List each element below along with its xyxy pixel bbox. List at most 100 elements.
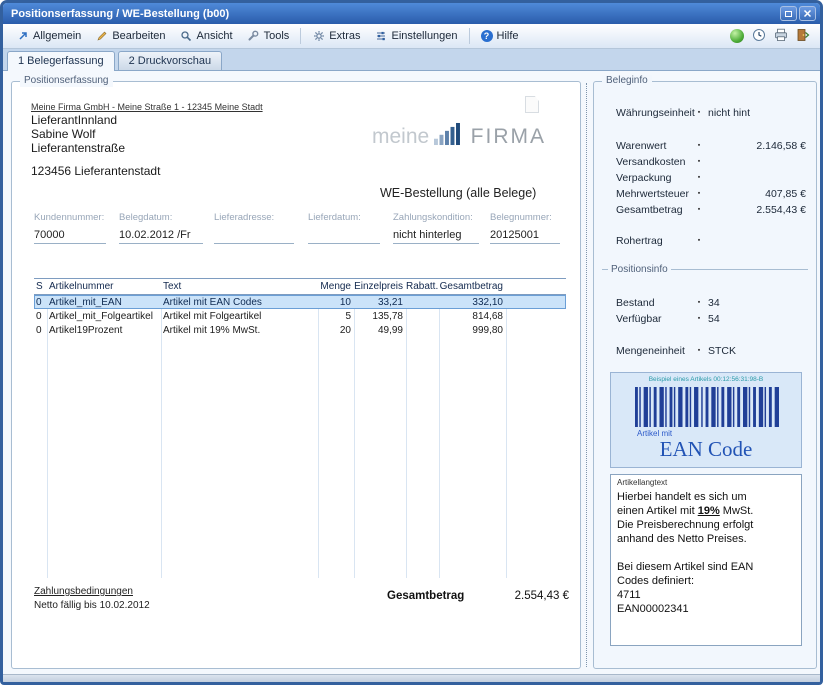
menu-bearbeiten[interactable]: Bearbeiten xyxy=(88,28,172,45)
field-belegnummer: Belegnummer: 20125001 xyxy=(490,212,560,244)
equals-separator: ▪ xyxy=(692,237,706,244)
field-value[interactable]: 70000 xyxy=(34,229,106,244)
menu-label: Einstellungen xyxy=(391,30,457,42)
info-row-verfuegbar: Verfügbar ▪ 54 xyxy=(616,312,806,325)
cell-einzelpreis: 135,78 xyxy=(354,311,406,322)
langtext-line: EAN00002341 xyxy=(617,602,795,616)
equals-separator: ▪ xyxy=(692,299,706,306)
menu-extras[interactable]: Extras xyxy=(305,28,367,45)
info-value: 34 xyxy=(706,297,806,309)
exit-door-icon xyxy=(796,28,810,42)
allgemein-arrow-icon xyxy=(16,30,29,43)
clock-button[interactable] xyxy=(752,28,766,45)
field-value[interactable]: 10.02.2012 /Fr xyxy=(119,229,203,244)
tab-belegerfassung[interactable]: 1 Belegerfassung xyxy=(7,51,115,71)
sender-line: Meine Firma GmbH - Meine Straße 1 - 1234… xyxy=(31,102,263,112)
title-bar: Positionserfassung / WE-Bestellung (b00) xyxy=(3,3,820,24)
logo-word: meine xyxy=(372,126,429,148)
positions-table-body: 0 Artikel_mit_EAN Artikel mit EAN Codes … xyxy=(34,295,566,337)
groupbox-legend: Beleginfo xyxy=(602,75,652,87)
artikellangtext-label: Artikellangtext xyxy=(617,478,795,487)
menu-einstellungen[interactable]: Einstellungen xyxy=(367,28,464,45)
info-label: Währungseinheit xyxy=(616,107,692,119)
equals-separator: ▪ xyxy=(692,109,706,116)
field-label: Lieferadresse: xyxy=(214,212,294,223)
field-value[interactable]: 20125001 xyxy=(490,229,560,244)
cell-menge: 5 xyxy=(318,311,354,322)
cell-s: 0 xyxy=(34,297,47,308)
equals-separator: ▪ xyxy=(692,158,706,165)
field-value[interactable] xyxy=(308,229,380,244)
equals-separator: ▪ xyxy=(692,206,706,213)
positionsinfo-divider: Positionsinfo xyxy=(602,264,808,275)
window-bottom-strip xyxy=(3,674,820,682)
info-label: Mengeneinheit xyxy=(616,345,692,357)
tab-druckvorschau[interactable]: 2 Druckvorschau xyxy=(118,51,223,70)
recipient-name: LieferantInnland xyxy=(31,113,117,127)
info-row-versandkosten: Versandkosten ▪ xyxy=(616,155,806,168)
menu-label: Tools xyxy=(264,30,290,42)
langtext-segment: einen Artikel mit xyxy=(617,505,698,517)
cell-gesamtbetrag: 332,10 xyxy=(439,297,506,308)
document-preview: Meine Firma GmbH - Meine Straße 1 - 1234… xyxy=(12,82,580,668)
cell-s: 0 xyxy=(34,311,47,322)
info-label: Verpackung xyxy=(616,172,692,184)
info-value: STCK xyxy=(706,345,806,357)
print-button[interactable] xyxy=(774,28,788,45)
info-row-bestand: Bestand ▪ 34 xyxy=(616,296,806,309)
artikellangtext-panel: Artikellangtext Hierbei handelt es sich … xyxy=(610,474,802,646)
info-label: Gesamtbetrag xyxy=(616,204,692,216)
page-corner-icon xyxy=(525,96,539,113)
app-window: Positionserfassung / WE-Bestellung (b00)… xyxy=(0,0,823,685)
grid-line xyxy=(161,295,162,578)
info-row-verpackung: Verpackung ▪ xyxy=(616,171,806,184)
window-title: Positionserfassung / WE-Bestellung (b00) xyxy=(11,8,778,20)
grid-line xyxy=(354,295,355,578)
menu-ansicht[interactable]: Ansicht xyxy=(173,28,240,45)
menu-tools[interactable]: Tools xyxy=(240,28,297,45)
table-row[interactable]: 0 Artikel19Prozent Artikel mit 19% MwSt.… xyxy=(34,323,566,337)
field-label: Belegnummer: xyxy=(490,212,560,223)
field-zahlungskondition: Zahlungskondition: nicht hinterleg xyxy=(393,212,479,244)
field-label: Kundennummer: xyxy=(34,212,106,223)
grid-line xyxy=(406,295,407,578)
printer-icon xyxy=(774,28,788,42)
tab-strip: 1 Belegerfassung 2 Druckvorschau xyxy=(3,49,820,71)
zahlungsbedingungen-link[interactable]: Zahlungsbedingungen xyxy=(34,586,133,597)
table-grid xyxy=(34,295,566,578)
status-globe-icon[interactable] xyxy=(730,29,744,43)
ean-barcode-panel: Beispiel eines Artikels 00:12:56:31:98-B xyxy=(610,372,802,468)
field-lieferdatum: Lieferdatum: xyxy=(308,212,380,244)
menu-label: Bearbeiten xyxy=(112,30,165,42)
info-row-gesamtbetrag: Gesamtbetrag ▪ 2.554,43 € xyxy=(616,203,806,216)
menu-hilfe[interactable]: ? Hilfe xyxy=(474,28,526,44)
table-row[interactable]: 0 Artikel_mit_Folgeartikel Artikel mit F… xyxy=(34,309,566,323)
close-button[interactable] xyxy=(799,6,816,21)
exit-button[interactable] xyxy=(796,28,810,45)
info-label: Bestand xyxy=(616,297,692,309)
cell-menge: 10 xyxy=(318,297,354,308)
recipient-contact: Sabine Wolf xyxy=(31,127,95,141)
recipient-street: Lieferantenstraße xyxy=(31,141,125,155)
col-header-text: Text xyxy=(161,281,318,292)
restore-button[interactable] xyxy=(780,6,797,21)
grid-line xyxy=(439,295,440,578)
field-value[interactable]: nicht hinterleg xyxy=(393,229,479,244)
col-header-menge: Menge xyxy=(318,281,354,292)
table-row-selected[interactable]: 0 Artikel_mit_EAN Artikel mit EAN Codes … xyxy=(34,295,566,309)
langtext-segment: MwSt. xyxy=(720,505,754,517)
positions-table-header: S Artikelnummer Text Menge Einzelpreis R… xyxy=(34,278,566,295)
field-label: Lieferdatum: xyxy=(308,212,380,223)
cell-text: Artikel mit 19% MwSt. xyxy=(161,325,318,336)
document-title: WE-Bestellung (alle Belege) xyxy=(380,186,536,200)
menu-allgemein[interactable]: Allgemein xyxy=(9,28,88,45)
logo-bars-icon xyxy=(434,120,465,148)
cell-gesamtbetrag: 814,68 xyxy=(439,311,506,322)
info-value: 407,85 € xyxy=(706,188,806,200)
field-kundennummer: Kundennummer: 70000 xyxy=(34,212,106,244)
field-value[interactable] xyxy=(214,229,294,244)
info-row-mengeneinheit: Mengeneinheit ▪ STCK xyxy=(616,344,806,357)
langtext-line: Hierbei handelt es sich um xyxy=(617,490,795,504)
cell-artikelnummer: Artikel19Prozent xyxy=(47,325,161,336)
info-row-warenwert: Warenwert ▪ 2.146,58 € xyxy=(616,139,806,152)
